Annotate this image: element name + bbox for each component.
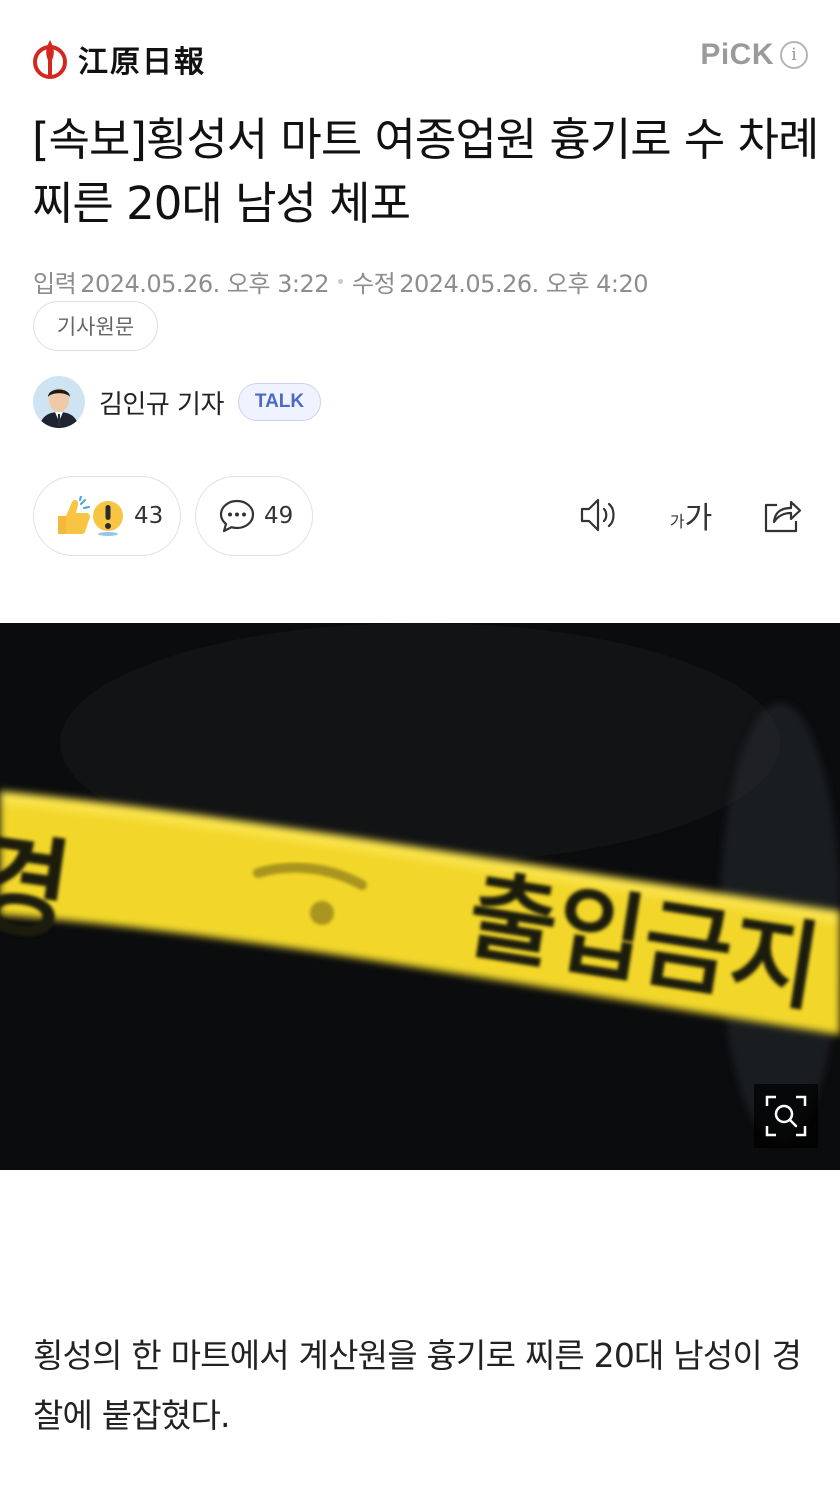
audio-icon bbox=[580, 498, 615, 532]
reaction-icon bbox=[58, 496, 123, 536]
pick-label: PiCK bbox=[700, 38, 774, 71]
zoom-icon bbox=[765, 1095, 807, 1137]
press-header: 江原日報 PiCK i bbox=[32, 36, 808, 82]
talk-button[interactable]: TALK bbox=[237, 383, 322, 421]
share-button[interactable] bbox=[759, 492, 805, 538]
avatar[interactable] bbox=[33, 376, 85, 428]
pick-badge[interactable]: PiCK i bbox=[700, 38, 808, 72]
reporter-name[interactable]: 김인규 기자 bbox=[99, 384, 224, 421]
article-photo[interactable]: 경 출입금지 bbox=[0, 623, 840, 1170]
font-size-icon: 가 bbox=[684, 501, 713, 536]
police-tape-image: 경 출입금지 bbox=[0, 623, 840, 1170]
info-icon[interactable]: i bbox=[780, 41, 808, 69]
reporter-row: 김인규 기자 TALK bbox=[33, 376, 322, 428]
date-separator bbox=[338, 279, 344, 284]
share-icon bbox=[764, 500, 802, 533]
comment-icon bbox=[219, 499, 255, 533]
article-toolbar: 43 49 가 가 bbox=[33, 476, 809, 556]
input-date-label: 입력 bbox=[33, 270, 77, 298]
press-logo[interactable]: 江原日報 bbox=[32, 38, 206, 80]
comment-count: 49 bbox=[264, 503, 294, 529]
input-date: 2024.05.26. 오후 3:22 bbox=[80, 270, 330, 298]
zoom-button[interactable] bbox=[754, 1084, 818, 1148]
reaction-count: 43 bbox=[134, 503, 164, 529]
reaction-button[interactable]: 43 bbox=[33, 476, 181, 556]
font-size-button[interactable]: 가 가 bbox=[663, 492, 719, 538]
article-dates: 입력 2024.05.26. 오후 3:22 수정 2024.05.26. 오후… bbox=[33, 264, 649, 299]
audio-button[interactable] bbox=[576, 492, 622, 538]
article-body: 횡성의 한 마트에서 계산원을 흉기로 찌른 20대 남성이 경찰에 붙잡혔다. bbox=[33, 1336, 802, 1435]
original-article-button[interactable]: 기사원문 bbox=[33, 301, 158, 351]
modified-date: 2024.05.26. 오후 4:20 bbox=[399, 270, 649, 298]
modified-date-label: 수정 bbox=[352, 270, 396, 298]
press-logo-icon bbox=[33, 40, 67, 79]
press-name: 江原日報 bbox=[78, 45, 206, 80]
comment-button[interactable]: 49 bbox=[195, 476, 313, 556]
article-headline: [속보]횡성서 마트 여종업원 흉기로 수 차례 찌른 20대 남성 체포 bbox=[32, 113, 819, 230]
font-size-icon-small: 가 bbox=[669, 512, 685, 531]
